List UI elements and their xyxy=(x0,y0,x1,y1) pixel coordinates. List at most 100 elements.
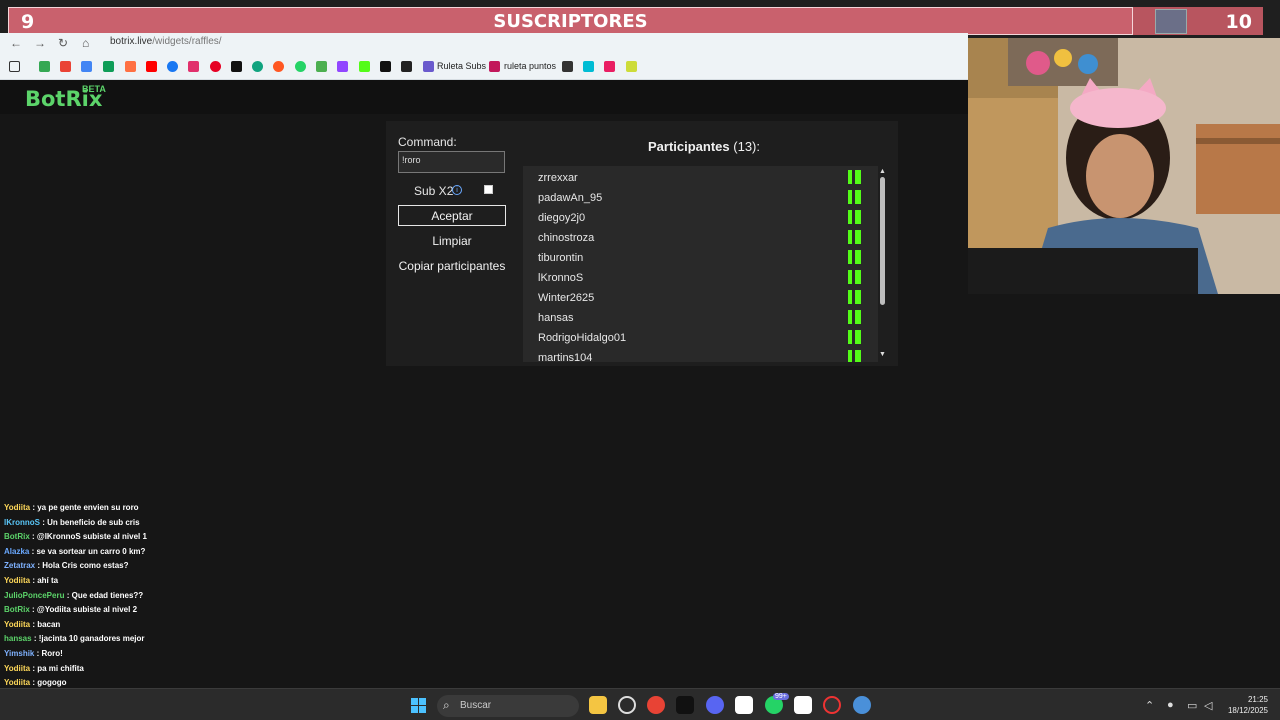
chatgpt-icon[interactable] xyxy=(618,696,636,714)
beta-badge: BETA xyxy=(82,84,106,94)
chevron-up-icon[interactable]: ⌃ xyxy=(1145,699,1154,712)
chat-username[interactable]: JulioPoncePeru xyxy=(4,591,64,600)
chat-username[interactable]: BotRix xyxy=(4,532,30,541)
bookmark-icon[interactable] xyxy=(583,61,594,72)
participant-row[interactable]: diegoy2j0 xyxy=(523,207,868,227)
notion-icon[interactable] xyxy=(735,696,753,714)
chat-username[interactable]: Yimshik xyxy=(4,649,34,658)
forward-icon[interactable]: → xyxy=(34,36,46,50)
chat-username[interactable]: Zetatrax xyxy=(4,561,35,570)
pinterest-icon[interactable] xyxy=(210,61,221,72)
scrollbar-thumb[interactable] xyxy=(880,177,885,305)
discord-icon[interactable] xyxy=(706,696,724,714)
bookmark-icon[interactable] xyxy=(562,61,573,72)
chat-text: : Roro! xyxy=(36,649,63,658)
bookmark-icon[interactable] xyxy=(604,61,615,72)
chat-text: : gogogo xyxy=(32,678,67,688)
participants-scrollbar[interactable]: ▲ ▼ xyxy=(878,166,886,362)
twitch-icon[interactable] xyxy=(337,61,348,72)
bookmark-icon[interactable] xyxy=(401,61,412,72)
chat-username[interactable]: Yodiita xyxy=(4,503,30,512)
scroll-up-arrow-icon[interactable]: ▲ xyxy=(879,168,886,175)
search-icon: ⌕ xyxy=(443,698,450,712)
bookmark-ruleta-subs[interactable]: Ruleta Subs xyxy=(437,61,486,71)
participant-row[interactable]: padawAn_95 xyxy=(523,187,868,207)
youtube-icon[interactable] xyxy=(146,61,157,72)
chat-message: Alazka : se va sortear un carro 0 km? xyxy=(4,547,145,556)
participant-row[interactable]: zrrexxar xyxy=(523,167,868,187)
copy-participants-button[interactable]: Copiar participantes xyxy=(396,256,508,277)
reload-icon[interactable]: ↻ xyxy=(58,36,68,50)
gmail-icon[interactable] xyxy=(60,61,71,72)
participant-row[interactable]: Winter2625 xyxy=(523,287,868,307)
address-bar[interactable]: botrix.live/widgets/raffles/ xyxy=(110,36,222,47)
participant-name: chinostroza xyxy=(538,232,595,244)
chat-username[interactable]: Yodiita xyxy=(4,576,30,585)
chat-message: Yodiita : bacan xyxy=(4,620,60,629)
info-icon[interactable]: i xyxy=(452,185,462,195)
monitor-icon[interactable]: ▭ xyxy=(1187,699,1197,712)
participant-row[interactable]: hansas xyxy=(523,307,868,327)
maps-icon[interactable] xyxy=(316,61,327,72)
wheel-icon xyxy=(423,61,434,72)
chat-username[interactable]: BotRix xyxy=(4,605,30,614)
participant-row[interactable]: chinostroza xyxy=(523,227,868,247)
chat-message: Yodiita : gogogo xyxy=(4,678,67,687)
kick-icon[interactable] xyxy=(359,61,370,72)
chat-username[interactable]: Alazka xyxy=(4,547,29,556)
chat-username[interactable]: lKronnoS xyxy=(4,518,40,527)
chrome-icon[interactable] xyxy=(647,696,665,714)
wheel-icon xyxy=(489,61,500,72)
chat-username[interactable]: Yodiita xyxy=(4,664,30,673)
instagram-icon[interactable] xyxy=(188,61,199,72)
bookmark-ruleta-puntos[interactable]: ruleta puntos xyxy=(504,61,556,71)
command-label: Command: xyxy=(398,135,457,149)
participants-list[interactable]: zrrexxar padawAn_95 diegoy2j0 chinostroza ti… xyxy=(523,166,878,362)
volume-icon[interactable]: ◁ xyxy=(1204,699,1212,712)
taskbar-search[interactable] xyxy=(437,695,579,717)
bookmark-icon[interactable] xyxy=(380,61,391,72)
back-icon[interactable]: ← xyxy=(10,36,22,50)
bookmark-icon[interactable] xyxy=(125,61,136,72)
participant-row[interactable]: tiburontin xyxy=(523,247,868,267)
capcut-icon[interactable] xyxy=(676,696,694,714)
command-input[interactable]: !roro xyxy=(398,151,505,173)
chat-text: : Hola Cris como estas? xyxy=(37,561,129,571)
participant-name: tiburontin xyxy=(538,252,584,264)
microphone-icon[interactable]: ● xyxy=(1167,699,1174,711)
accept-button[interactable]: Aceptar xyxy=(398,205,506,226)
chat-username[interactable]: Yodiita xyxy=(4,678,30,687)
bookmark-icon[interactable] xyxy=(81,61,92,72)
clear-button[interactable]: Limpiar xyxy=(398,231,506,252)
facebook-icon[interactable] xyxy=(167,61,178,72)
chat-username[interactable]: Yodiita xyxy=(4,620,30,629)
apps-grid-icon[interactable] xyxy=(9,61,20,72)
bookmark-icon[interactable] xyxy=(273,61,284,72)
drive-icon[interactable] xyxy=(39,61,50,72)
obs-icon[interactable] xyxy=(823,696,841,714)
bookmark-icon[interactable] xyxy=(626,61,637,72)
url-path: /widgets/raffles/ xyxy=(152,36,222,47)
system-clock[interactable]: 21:25 18/12/2025 xyxy=(1222,694,1268,716)
bookmark-icon[interactable] xyxy=(252,61,263,72)
chat-username[interactable]: hansas xyxy=(4,634,32,643)
home-icon[interactable]: ⌂ xyxy=(82,36,89,50)
settings-icon[interactable] xyxy=(853,696,871,714)
file-explorer-icon[interactable] xyxy=(589,696,607,714)
chat-message: JulioPoncePeru : Que edad tienes?? xyxy=(4,591,143,600)
chat-message: Yimshik : Roro! xyxy=(4,649,63,658)
participant-row[interactable]: RodrigoHidalgo01 xyxy=(523,327,868,347)
chat-text: : @lKronnoS subiste al nivel 1 xyxy=(32,532,147,542)
scroll-down-arrow-icon[interactable]: ▼ xyxy=(879,351,886,358)
participant-row[interactable]: lKronnoS xyxy=(523,267,868,287)
tiktok-icon[interactable] xyxy=(231,61,242,72)
windows-start-icon[interactable] xyxy=(411,698,427,714)
chat-message: Yodiita : pa mi chifita xyxy=(4,664,84,673)
kick-icon xyxy=(848,350,861,362)
subscriber-progress: 9 SUSCRIPTORES xyxy=(8,7,1133,35)
bookmark-icon[interactable] xyxy=(103,61,114,72)
whatsapp-icon[interactable] xyxy=(295,61,306,72)
sub-x2-checkbox[interactable] xyxy=(484,185,493,194)
notion-icon[interactable] xyxy=(794,696,812,714)
participant-row[interactable]: martins104 xyxy=(523,347,868,362)
